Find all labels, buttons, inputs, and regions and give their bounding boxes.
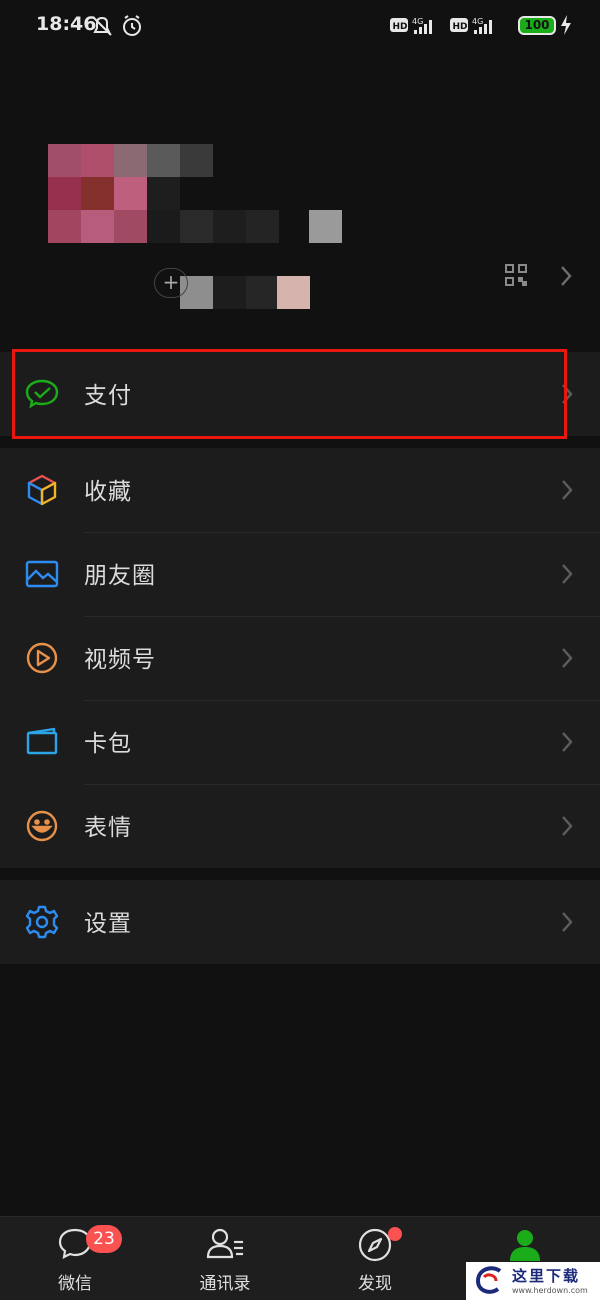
menu-item-favorites[interactable]: 收藏 — [0, 448, 600, 532]
settings-group: 设置 — [0, 880, 600, 964]
tab-label: 发现 — [358, 1274, 392, 1294]
menu-label: 支付 — [84, 383, 132, 409]
profile-header[interactable]: + — [0, 52, 600, 337]
status-icons-right: HD 4G HD 4G — [390, 14, 510, 42]
watermark-logo: 这里下载 www.herdown.com — [466, 1262, 600, 1300]
features-group: 收藏 朋友圈 视频号 卡包 表情 — [0, 448, 600, 868]
menu-item-channels[interactable]: 视频号 — [0, 616, 600, 700]
chevron-right-icon — [560, 478, 574, 506]
sticker-smile-icon — [24, 808, 60, 844]
menu-label: 设置 — [84, 911, 132, 937]
chevron-right-icon — [560, 910, 574, 938]
battery-indicator: 100 — [518, 16, 556, 35]
chevron-right-icon — [560, 730, 574, 758]
charging-icon — [560, 15, 572, 39]
contacts-icon — [205, 1227, 245, 1265]
signal-icon: 4G — [412, 17, 432, 34]
qr-code-icon[interactable] — [505, 264, 527, 290]
svg-text:HD: HD — [393, 22, 408, 32]
wechat-me-page: 18:46 HD 4G HD 4G 100 + 支付 收藏 朋友圈 视频号 卡包… — [0, 0, 600, 1300]
tab-label: 通讯录 — [199, 1274, 251, 1294]
wechat-pay-icon — [24, 376, 60, 412]
moments-image-icon — [24, 556, 60, 592]
chevron-right-icon — [560, 646, 574, 674]
menu-item-moments[interactable]: 朋友圈 — [0, 532, 600, 616]
alarm-icon — [123, 15, 141, 36]
chevron-right-icon — [560, 562, 574, 590]
menu-label: 表情 — [84, 815, 132, 841]
mute-icon — [92, 16, 112, 36]
tab-label: 微信 — [58, 1274, 92, 1294]
tab-discover[interactable]: 发现 — [300, 1217, 450, 1300]
settings-gear-icon — [24, 904, 60, 940]
pay-group: 支付 — [0, 352, 600, 436]
menu-label: 视频号 — [84, 647, 156, 673]
chevron-right-icon — [559, 264, 573, 292]
watermark-swirl-icon — [475, 1266, 502, 1294]
svg-text:4G: 4G — [412, 17, 423, 26]
menu-item-settings[interactable]: 设置 — [0, 880, 600, 964]
tab-chats[interactable]: 23 微信 — [0, 1217, 150, 1300]
status-time: 18:46 — [36, 13, 97, 35]
add-status-button[interactable]: + — [154, 268, 188, 298]
unread-badge: 23 — [86, 1225, 122, 1253]
hd-icon: HD — [390, 18, 408, 32]
card-wallet-icon — [24, 724, 60, 760]
status-bar: 18:46 HD 4G HD 4G 100 — [0, 0, 600, 52]
new-content-dot — [388, 1227, 402, 1241]
watermark-text: 这里下载 — [512, 1267, 581, 1285]
menu-item-pay[interactable]: 支付 — [0, 352, 600, 436]
menu-label: 卡包 — [84, 731, 132, 757]
svg-text:HD: HD — [453, 22, 468, 32]
menu-label: 收藏 — [84, 479, 132, 505]
menu-item-stickers[interactable]: 表情 — [0, 784, 600, 868]
hd-icon-2: HD — [450, 18, 468, 32]
menu-item-card-wallet[interactable]: 卡包 — [0, 700, 600, 784]
menu-label: 朋友圈 — [84, 563, 156, 589]
status-icons-left — [92, 14, 152, 42]
chevron-right-icon — [560, 382, 574, 410]
signal-icon-2: 4G — [472, 17, 492, 34]
favorites-cube-icon — [24, 472, 60, 508]
tab-contacts[interactable]: 通讯录 — [150, 1217, 300, 1300]
chevron-right-icon — [560, 814, 574, 842]
channels-play-icon — [24, 640, 60, 676]
watermark-url: www.herdown.com — [512, 1286, 588, 1295]
svg-text:4G: 4G — [472, 17, 483, 26]
me-person-icon — [507, 1227, 543, 1267]
